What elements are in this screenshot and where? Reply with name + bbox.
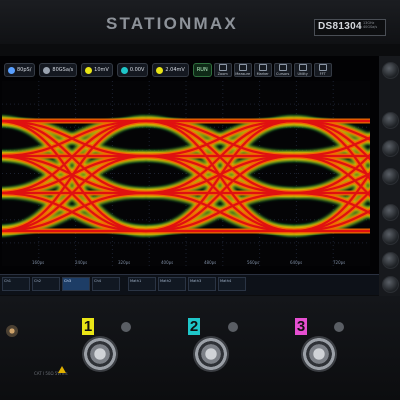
measure-label: Measure <box>235 72 251 76</box>
utility-button[interactable]: Utility <box>293 63 312 77</box>
measure-button[interactable]: Measure <box>233 63 252 77</box>
model-spec: 13GHz 40GSa/s <box>363 21 385 30</box>
status-cell-text: Math2 <box>160 279 172 283</box>
trigger-label: 2.04mV <box>165 67 185 73</box>
control-knob[interactable] <box>382 204 399 221</box>
brand-logo: STATIONMAX <box>106 14 238 33</box>
control-knob[interactable] <box>382 62 399 79</box>
offset-label: 0.00V <box>129 67 145 73</box>
x-tick-label: 320ps <box>118 260 130 265</box>
model-name: DS81304 <box>318 21 362 32</box>
utility-label: Utility <box>297 72 308 76</box>
status-cell[interactable]: Math4 <box>218 277 246 291</box>
status-cell-text: Ch2 <box>34 279 42 283</box>
lock-icon[interactable] <box>334 322 344 332</box>
status-cell-text: Math4 <box>220 279 232 283</box>
cursors-button[interactable]: Cursors <box>273 63 292 77</box>
utility-icon <box>298 64 307 71</box>
ch3-bnc-connector[interactable] <box>301 336 337 372</box>
status-cell-text: Math3 <box>190 279 202 283</box>
ch1-tag: 1 <box>82 318 94 335</box>
status-cell[interactable]: Math3 <box>188 277 216 291</box>
marker-button[interactable]: Marker <box>253 63 272 77</box>
marker-icon <box>258 64 267 71</box>
x-tick-label: 240ps <box>75 260 87 265</box>
warning-icon <box>58 366 66 373</box>
model-spec-line: 40GSa/s <box>363 25 378 30</box>
fft-button[interactable]: FFT <box>313 63 332 77</box>
status-cell-text: Ch4 <box>94 279 102 283</box>
status-cell[interactable]: Ch2 <box>32 277 60 291</box>
sample-rate-button[interactable]: 80GSa/s <box>39 63 78 77</box>
status-cell[interactable]: Math2 <box>158 277 186 291</box>
trigger-button[interactable]: 2.04mV <box>152 63 189 77</box>
offset-button[interactable]: 0.00V <box>116 63 149 77</box>
x-tick-label: 480ps <box>204 260 216 265</box>
x-tick-label: 640ps <box>290 260 302 265</box>
cursors-icon <box>278 64 287 71</box>
lock-icon[interactable] <box>228 322 238 332</box>
trigger-icon <box>156 66 164 74</box>
ch2-tag: 2 <box>188 318 200 335</box>
ch1-bnc-connector[interactable] <box>82 336 118 372</box>
status-cell-text: Ch1 <box>4 279 12 283</box>
timebase-icon <box>8 66 15 74</box>
date-time-display <box>330 280 370 294</box>
ch3-tag: 3 <box>295 318 307 335</box>
model-badge: DS81304 13GHz 40GSa/s <box>314 19 386 36</box>
offset-icon <box>120 66 128 74</box>
channel-scale-button[interactable]: 10mV <box>81 63 113 77</box>
status-cell[interactable]: Ch1 <box>2 277 30 291</box>
status-cell[interactable]: Ch4 <box>92 277 120 291</box>
side-control-panel <box>379 56 400 296</box>
control-knob[interactable] <box>382 140 399 157</box>
zoom-label: Zoom <box>217 72 228 76</box>
status-cell[interactable]: Math1 <box>128 277 156 291</box>
timebase-label: 80pS/ <box>17 67 32 73</box>
control-knob[interactable] <box>382 168 399 185</box>
cursors-label: Cursors <box>276 72 290 76</box>
ch2-bnc-connector[interactable] <box>193 336 229 372</box>
top-toolbar: 80pS/ 80GSa/s 10mV 0.00V 2.04mV RUN Zoom… <box>0 60 372 80</box>
sample-rate-icon <box>43 66 51 74</box>
status-cell-text: Ch3 <box>64 279 72 283</box>
measure-icon <box>238 64 247 71</box>
x-tick-label: 560ps <box>247 260 259 265</box>
lock-icon[interactable] <box>121 322 131 332</box>
fft-label: FFT <box>319 72 326 76</box>
channel-scale-label: 10mV <box>94 67 109 73</box>
control-knob[interactable] <box>382 228 399 245</box>
channel-scale-icon <box>85 66 93 74</box>
sample-rate-label: 80GSa/s <box>52 67 74 73</box>
zoom-icon <box>218 64 227 71</box>
x-tick-label: 160ps <box>32 260 44 265</box>
x-tick-label: 400ps <box>161 260 173 265</box>
top-bezel: STATIONMAX DS81304 13GHz 40GSa/s <box>0 0 400 44</box>
probe-comp-port[interactable] <box>6 325 18 337</box>
x-tick-label: 720ps <box>333 260 345 265</box>
control-knob[interactable] <box>382 276 399 293</box>
status-cell[interactable]: Ch3 <box>62 277 90 291</box>
status-cell-text: Math1 <box>130 279 142 283</box>
marker-label: Marker <box>256 72 269 76</box>
run-stop-button[interactable]: RUN <box>192 63 212 77</box>
timebase-button[interactable]: 80pS/ <box>4 63 36 77</box>
fft-icon <box>318 64 327 71</box>
control-knob[interactable] <box>382 252 399 269</box>
control-knob[interactable] <box>382 112 399 129</box>
zoom-button[interactable]: Zoom <box>213 63 232 77</box>
eye-diagram-plot: 160ps 240ps 320ps 400ps 480ps 560ps 640ps 720ps <box>2 81 370 266</box>
